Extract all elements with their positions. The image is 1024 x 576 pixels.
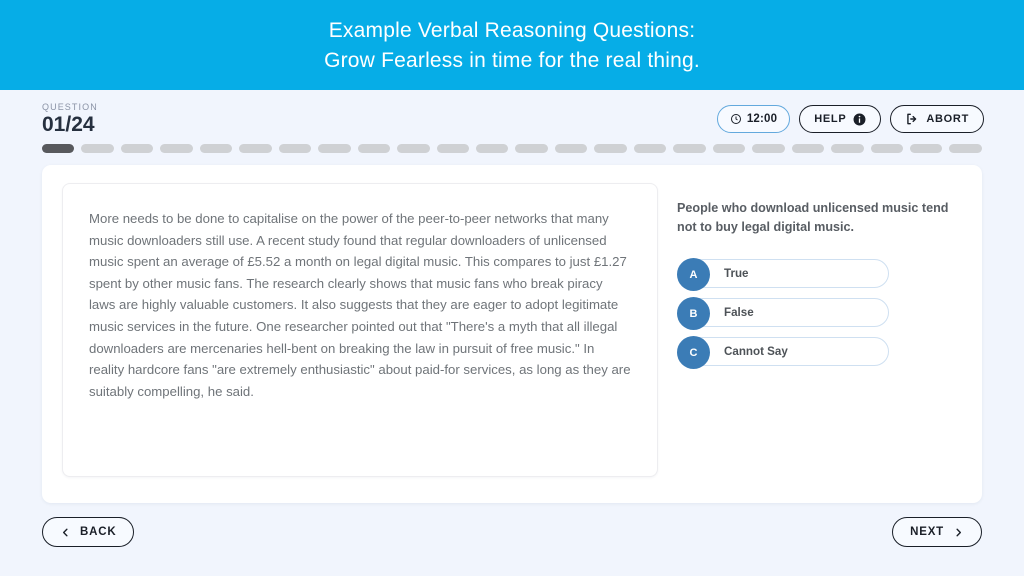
answer-option-badge-c: C	[677, 336, 710, 369]
back-button[interactable]: BACK	[42, 517, 135, 547]
help-button-label: HELP	[814, 113, 847, 125]
question-statement: People who download unlicensed music ten…	[677, 201, 949, 234]
timer-value: 12:00	[746, 113, 778, 125]
answer-option-label-a: True	[724, 267, 749, 280]
progress-step-15[interactable]	[594, 144, 627, 153]
progress-step-16[interactable]	[633, 144, 667, 153]
abort-button-label: ABORT	[926, 113, 969, 125]
progress-step-8[interactable]	[318, 144, 351, 153]
progress-step-1[interactable]	[42, 144, 75, 153]
progress-step-18[interactable]	[712, 144, 746, 153]
progress-step-23[interactable]	[909, 144, 943, 153]
progress-step-2[interactable]	[81, 144, 114, 153]
progress-step-17[interactable]	[673, 144, 706, 153]
back-button-label: BACK	[80, 526, 117, 538]
progress-step-14[interactable]	[554, 144, 588, 153]
exit-icon	[905, 112, 919, 126]
test-header: QUESTION 01/24 12:00 HELP ABORT	[0, 90, 1024, 138]
clock-icon	[730, 113, 742, 125]
timer-button[interactable]: 12:00	[716, 105, 791, 133]
progress-step-10[interactable]	[397, 144, 430, 153]
navigation-footer: BACK NEXT	[42, 517, 982, 547]
progress-step-5[interactable]	[199, 144, 233, 153]
answer-option-a[interactable]: A True	[677, 258, 889, 291]
chevron-left-icon	[60, 527, 71, 538]
answer-option-label-c: Cannot Say	[724, 345, 788, 358]
answer-option-badge-b: B	[677, 297, 710, 330]
question-counter: 01/24	[42, 113, 95, 136]
answer-option-label-b: False	[724, 306, 754, 319]
answer-option-badge-a: A	[677, 258, 710, 291]
progress-step-3[interactable]	[120, 144, 154, 153]
passage-panel: More needs to be done to capitalise on t…	[62, 183, 658, 477]
answer-option-b[interactable]: B False	[677, 297, 889, 330]
header-actions: 12:00 HELP ABORT	[716, 98, 984, 133]
progress-step-12[interactable]	[475, 144, 509, 153]
progress-step-13[interactable]	[515, 144, 548, 153]
answer-option-c[interactable]: C Cannot Say	[677, 336, 889, 369]
banner-title-line-2: Grow Fearless in time for the real thing…	[324, 48, 700, 72]
page-banner: Example Verbal Reasoning Questions: Grow…	[0, 0, 1024, 90]
progress-step-4[interactable]	[160, 144, 193, 153]
question-panel: People who download unlicensed music ten…	[658, 183, 962, 483]
progress-step-6[interactable]	[239, 144, 272, 153]
chevron-right-icon	[953, 527, 964, 538]
info-icon	[853, 113, 866, 126]
passage-text: More needs to be done to capitalise on t…	[89, 211, 631, 399]
next-button[interactable]: NEXT	[892, 517, 982, 547]
banner-title-line-1: Example Verbal Reasoning Questions:	[328, 18, 696, 42]
answer-options: A True B False C Cannot Say	[677, 258, 962, 369]
progress-step-22[interactable]	[870, 144, 903, 153]
progress-step-19[interactable]	[752, 144, 785, 153]
progress-step-7[interactable]	[278, 144, 312, 153]
question-label: QUESTION	[42, 102, 98, 112]
progress-step-21[interactable]	[831, 144, 864, 153]
help-button[interactable]: HELP	[799, 105, 882, 133]
abort-button[interactable]: ABORT	[890, 105, 984, 133]
progress-bar	[0, 138, 1024, 153]
progress-step-20[interactable]	[791, 144, 825, 153]
progress-step-11[interactable]	[436, 144, 469, 153]
question-counter-block: QUESTION 01/24	[42, 98, 98, 136]
next-button-label: NEXT	[910, 526, 944, 538]
question-card: More needs to be done to capitalise on t…	[42, 165, 982, 503]
progress-step-24[interactable]	[949, 144, 982, 153]
progress-step-9[interactable]	[357, 144, 391, 153]
